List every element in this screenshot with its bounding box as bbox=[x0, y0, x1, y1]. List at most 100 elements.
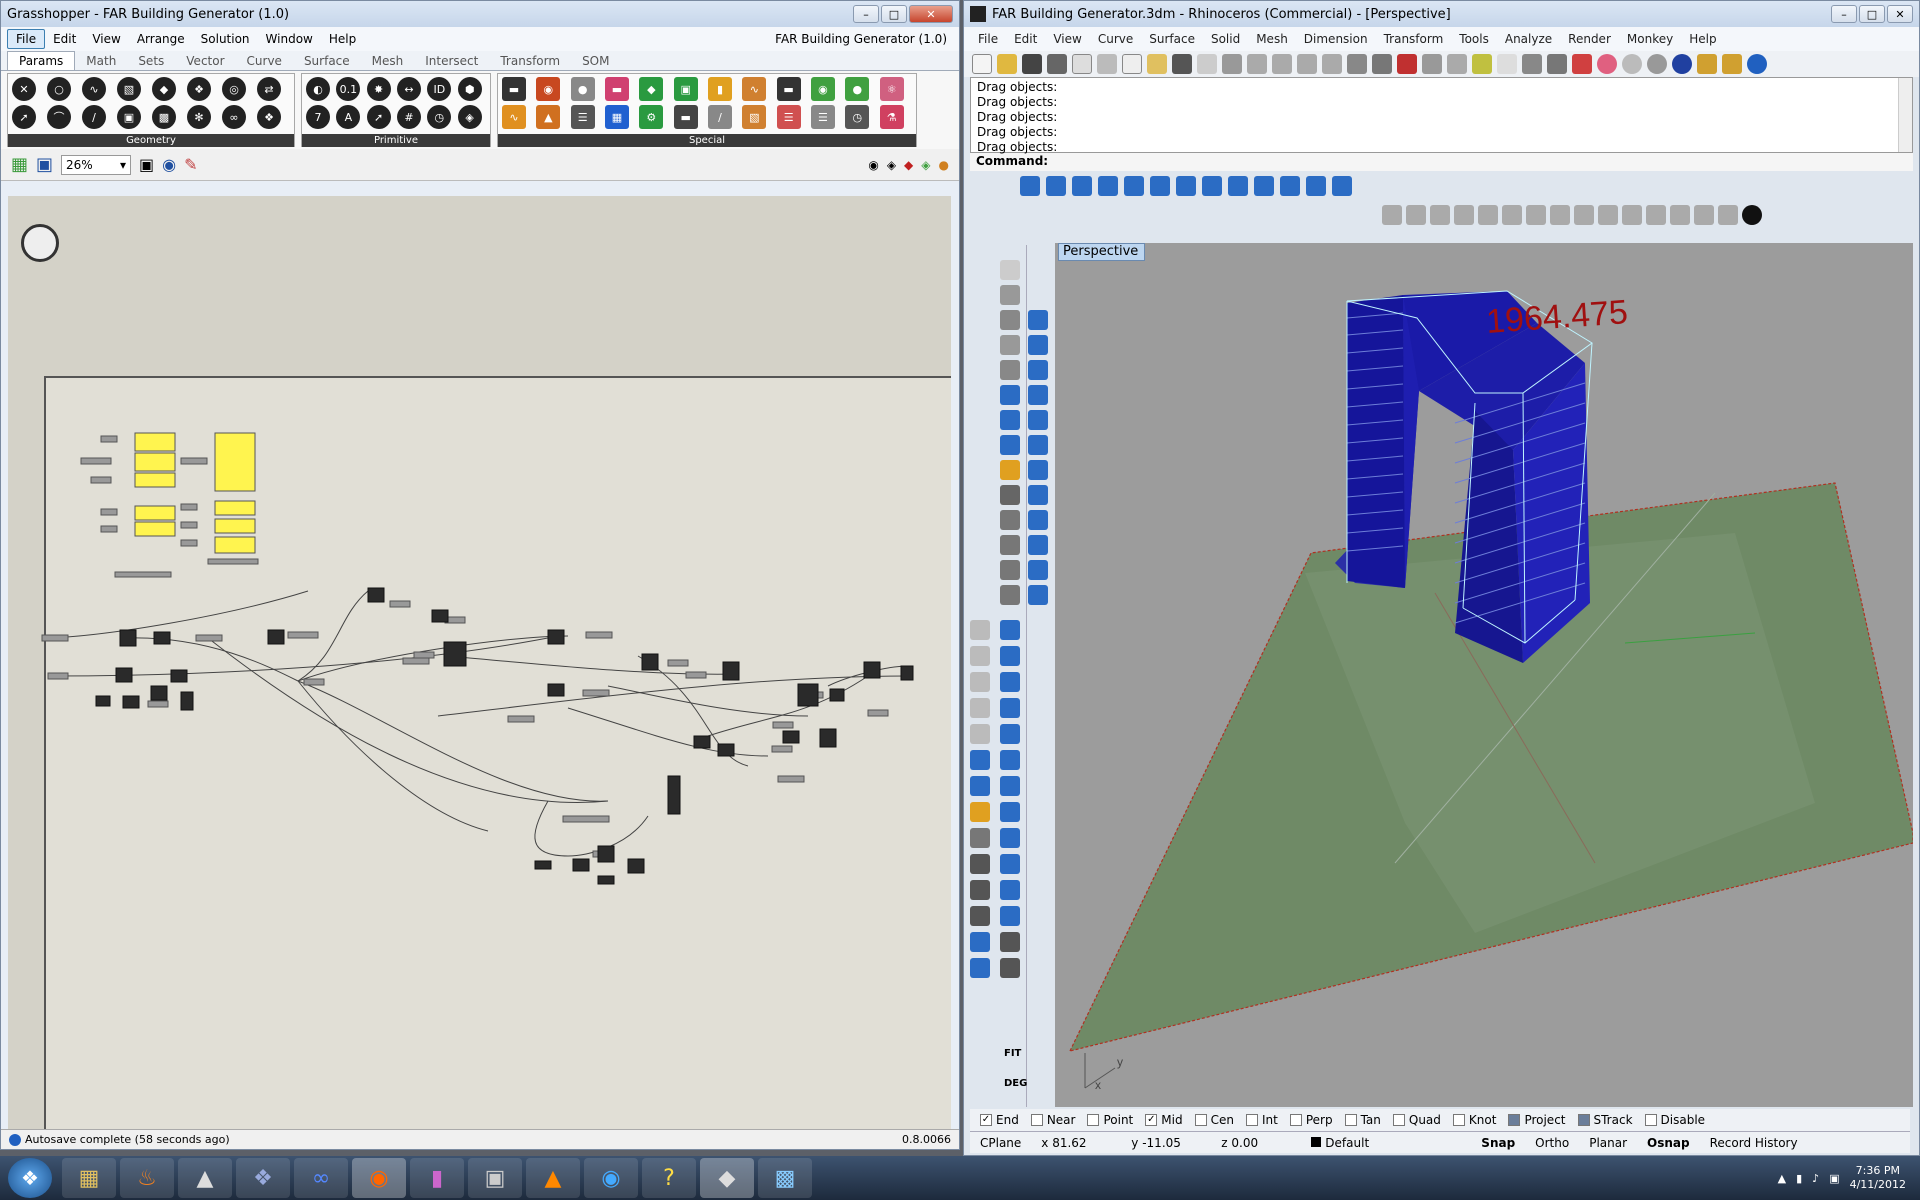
command-history[interactable]: Drag objects: Drag objects: Drag objects… bbox=[970, 77, 1913, 154]
remote-taskbar-icon[interactable]: ▣ bbox=[468, 1158, 522, 1198]
text-param-icon[interactable]: A bbox=[336, 105, 361, 129]
media-taskbar-icon[interactable]: ▮ bbox=[410, 1158, 464, 1198]
rotate-view-icon[interactable] bbox=[1347, 54, 1367, 74]
arc-icon[interactable] bbox=[970, 698, 990, 718]
render-icon[interactable] bbox=[1672, 54, 1692, 74]
line-graph-icon[interactable]: ∿ bbox=[742, 77, 767, 101]
move-icon[interactable] bbox=[1222, 54, 1242, 74]
osnap-point[interactable]: Point bbox=[1087, 1113, 1133, 1127]
copy-icon[interactable] bbox=[1122, 54, 1142, 74]
preview-selected-icon[interactable]: ◆ bbox=[904, 158, 913, 172]
osnap-perp-checkbox[interactable] bbox=[1289, 1114, 1302, 1126]
move-tool-icon[interactable] bbox=[970, 828, 990, 848]
view-top-icon[interactable] bbox=[1020, 176, 1040, 196]
dim-angle-icon[interactable] bbox=[1454, 205, 1474, 225]
help-taskbar-icon[interactable]: ? bbox=[642, 1158, 696, 1198]
osnap-disable[interactable]: Disable bbox=[1644, 1113, 1705, 1127]
line-param-icon[interactable]: ∕ bbox=[82, 105, 106, 129]
undo-icon[interactable] bbox=[1172, 54, 1192, 74]
osnap-near[interactable]: Near bbox=[1030, 1113, 1075, 1127]
rhino-menu-render[interactable]: Render bbox=[1560, 30, 1619, 48]
viewport-title[interactable]: Perspective bbox=[1058, 243, 1145, 261]
cluster-icon[interactable]: ▣ bbox=[673, 77, 698, 101]
grasshopper-canvas[interactable] bbox=[8, 196, 951, 1131]
osnap-int[interactable]: Int bbox=[1245, 1113, 1278, 1127]
data-recorder-icon[interactable]: ▬ bbox=[673, 105, 698, 129]
field-param-icon[interactable]: ✻ bbox=[187, 105, 211, 129]
save-icon[interactable] bbox=[1022, 54, 1042, 74]
print-icon[interactable] bbox=[1047, 54, 1067, 74]
trim-icon[interactable] bbox=[1000, 585, 1020, 605]
osnap-perp[interactable]: Perp bbox=[1289, 1113, 1333, 1127]
preview-wireframe-icon[interactable]: ◉ bbox=[868, 158, 878, 172]
tab-params[interactable]: Params bbox=[7, 51, 76, 70]
rhino-menu-curve[interactable]: Curve bbox=[1090, 30, 1141, 48]
history-scrollbar[interactable] bbox=[1898, 78, 1912, 152]
help-icon[interactable] bbox=[1747, 54, 1767, 74]
cap-icon[interactable] bbox=[1000, 828, 1020, 848]
tab-surface[interactable]: Surface bbox=[293, 52, 361, 70]
color-icon[interactable] bbox=[1597, 54, 1617, 74]
view-set-cplane-icon[interactable] bbox=[1202, 176, 1222, 196]
dim-radius-icon[interactable] bbox=[1478, 205, 1498, 225]
osnap-tan[interactable]: Tan bbox=[1344, 1113, 1381, 1127]
generic-param-icon[interactable]: ⬢ bbox=[457, 77, 482, 101]
dimension-icon[interactable] bbox=[970, 906, 990, 926]
dot-icon[interactable] bbox=[1598, 205, 1618, 225]
bake-icon[interactable]: ◈ bbox=[921, 158, 930, 172]
osnap-mid[interactable]: ✓ Mid bbox=[1145, 1113, 1183, 1127]
explode-icon[interactable] bbox=[1000, 560, 1020, 580]
layer-icon[interactable] bbox=[1572, 54, 1592, 74]
osnap-knot[interactable]: Knot bbox=[1452, 1113, 1496, 1127]
chart-icon[interactable]: ▧ bbox=[742, 105, 767, 129]
vector-param-icon[interactable]: ➚ bbox=[12, 105, 36, 129]
osnap-mid-checkbox[interactable]: ✓ bbox=[1145, 1114, 1158, 1126]
osnap-quad[interactable]: Quad bbox=[1392, 1113, 1441, 1127]
solid-box-icon[interactable] bbox=[970, 750, 990, 770]
preview-eye-icon[interactable]: ◉ bbox=[162, 155, 176, 174]
boolean-intersect-icon[interactable] bbox=[1000, 802, 1020, 822]
rhino-minimize-button[interactable]: – bbox=[1831, 5, 1857, 23]
loop-taskbar-icon[interactable]: ∞ bbox=[294, 1158, 348, 1198]
rhino-menu-edit[interactable]: Edit bbox=[1006, 30, 1045, 48]
circle-param-icon[interactable]: ○ bbox=[47, 77, 71, 101]
rhino-menu-file[interactable]: File bbox=[970, 30, 1006, 48]
array-icon[interactable] bbox=[1000, 510, 1020, 530]
osnap-tan-checkbox[interactable] bbox=[1344, 1114, 1357, 1126]
material-icon[interactable]: ● bbox=[845, 77, 870, 101]
section-icon[interactable] bbox=[1670, 205, 1690, 225]
number-param-icon[interactable]: 0.1 bbox=[336, 77, 361, 101]
param-viewer-icon[interactable]: ☰ bbox=[570, 105, 595, 129]
arc-param-icon[interactable]: ⌒ bbox=[47, 105, 71, 129]
import-icon[interactable] bbox=[1072, 54, 1092, 74]
boolean-toggle-icon[interactable]: ◉ bbox=[536, 77, 561, 101]
select-arrow-icon[interactable] bbox=[970, 620, 990, 640]
value-list-icon[interactable]: ▦ bbox=[604, 105, 629, 129]
rhino-menu-tools[interactable]: Tools bbox=[1451, 30, 1497, 48]
sphere-icon[interactable] bbox=[1028, 360, 1048, 380]
rhino-menu-analyze[interactable]: Analyze bbox=[1497, 30, 1560, 48]
tab-som[interactable]: SOM bbox=[571, 52, 620, 70]
contour-icon[interactable] bbox=[1694, 205, 1714, 225]
rhino-menu-transform[interactable]: Transform bbox=[1376, 30, 1452, 48]
view-front-icon[interactable] bbox=[1046, 176, 1066, 196]
surface-corner-icon[interactable] bbox=[1028, 310, 1048, 330]
view-left-icon[interactable] bbox=[1150, 176, 1170, 196]
sketch-icon[interactable]: ✎ bbox=[184, 155, 197, 174]
osnap-project-checkbox[interactable] bbox=[1508, 1114, 1521, 1126]
fillet-srf-icon[interactable] bbox=[1000, 698, 1020, 718]
ie-taskbar-icon[interactable]: ◉ bbox=[584, 1158, 638, 1198]
maximize-button[interactable]: □ bbox=[881, 5, 907, 23]
preview-shaded-icon[interactable]: ◈ bbox=[887, 158, 896, 172]
rhino-close-button[interactable]: ✕ bbox=[1887, 5, 1913, 23]
osnap-disable-checkbox[interactable] bbox=[1644, 1114, 1657, 1126]
osnap-int-checkbox[interactable] bbox=[1245, 1114, 1258, 1126]
save-file-icon[interactable]: ▣ bbox=[36, 154, 53, 175]
extract-icon[interactable] bbox=[1000, 880, 1020, 900]
arch-icon[interactable] bbox=[1000, 932, 1020, 952]
flask-icon[interactable]: ⚗ bbox=[879, 105, 904, 129]
colour-preview-icon[interactable]: ● bbox=[939, 158, 949, 172]
car-icon[interactable] bbox=[1397, 54, 1417, 74]
dim-rotated-icon[interactable] bbox=[1430, 205, 1450, 225]
close-button[interactable]: ✕ bbox=[909, 5, 953, 23]
